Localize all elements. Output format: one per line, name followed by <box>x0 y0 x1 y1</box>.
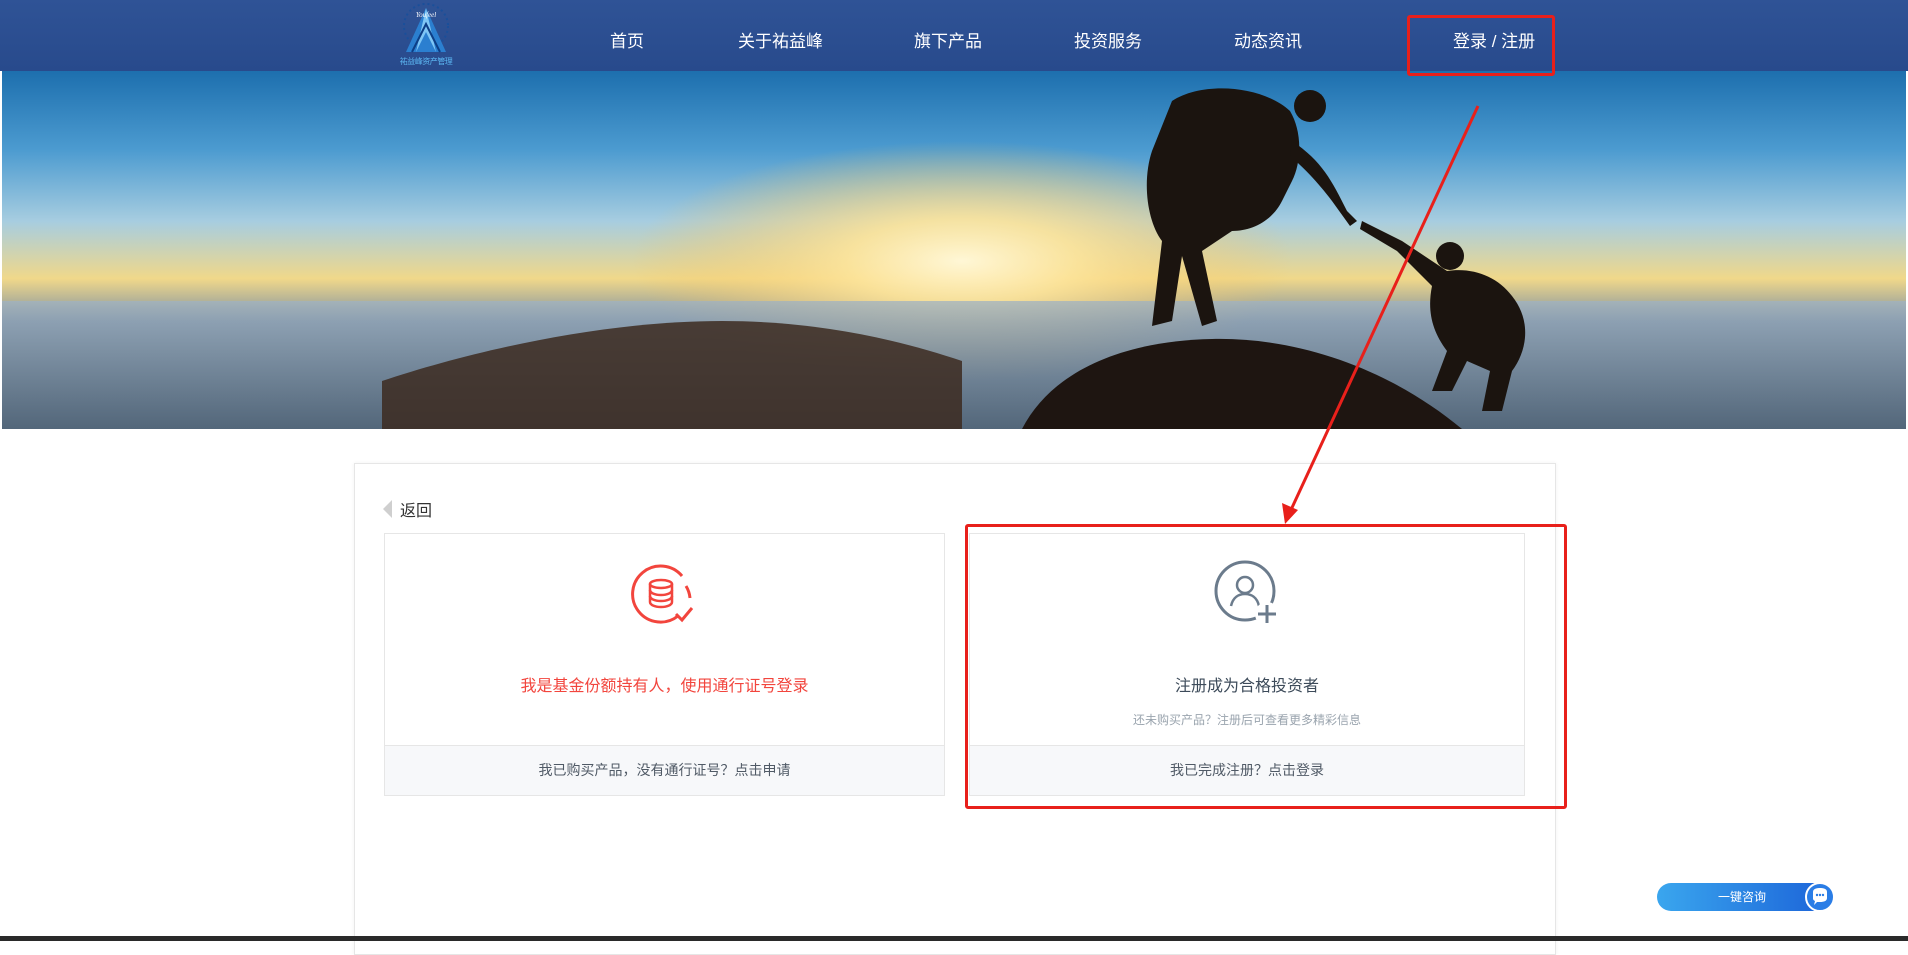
chat-bubble-icon <box>1805 882 1835 912</box>
annotation-arrow-icon <box>1282 105 1480 524</box>
taskbar-strip <box>0 936 1908 941</box>
consult-label: 一键咨询 <box>1717 890 1766 904</box>
one-click-consult-button[interactable]: 一键咨询 <box>1657 882 1835 912</box>
